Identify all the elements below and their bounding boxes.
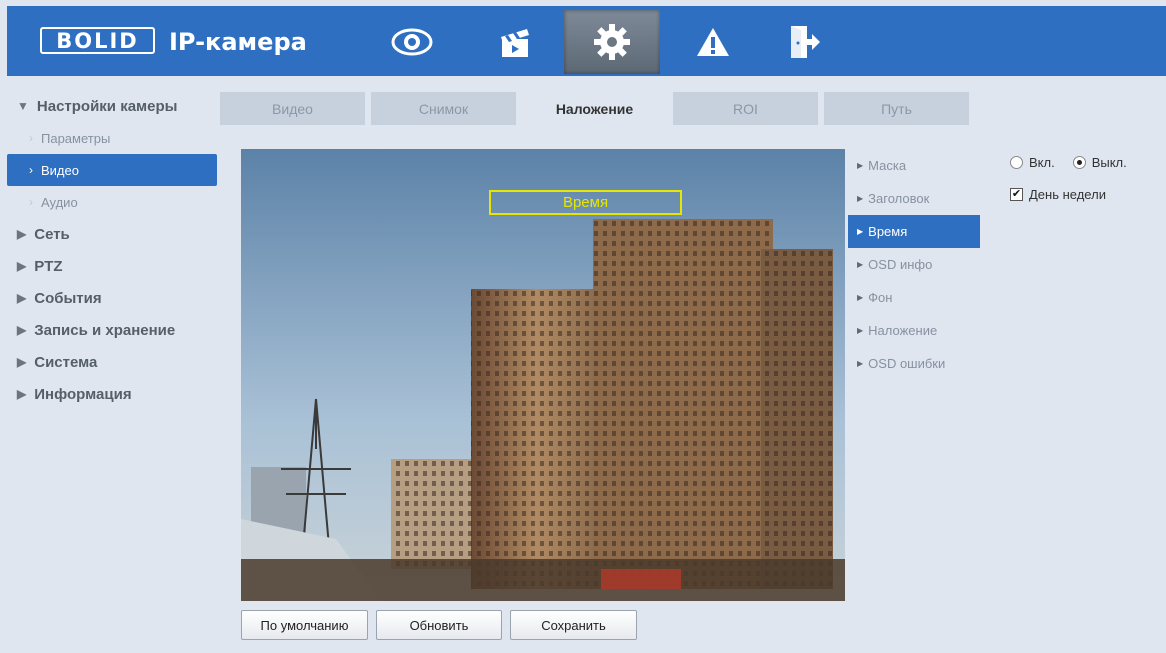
time-options: Вкл. Выкл. ✔ День недели xyxy=(1010,151,1127,205)
weekday-label: День недели xyxy=(1029,186,1106,202)
sidebar-item-label: Запись и хранение xyxy=(34,321,176,339)
sidebar-item-storage[interactable]: ▶ Запись и хранение xyxy=(7,314,217,346)
sidebar-item-label: Система xyxy=(34,353,98,371)
triangle-right-icon: ▶ xyxy=(17,387,27,401)
triangle-right-icon: ▶ xyxy=(857,227,864,236)
osd-menu-item-osd-info[interactable]: ▶ OSD инфо xyxy=(848,248,980,281)
refresh-button[interactable]: Обновить xyxy=(376,610,502,640)
off-radio[interactable]: Выкл. xyxy=(1072,154,1127,170)
save-button[interactable]: Сохранить xyxy=(510,610,637,640)
triangle-right-icon: ▶ xyxy=(17,291,27,305)
sidebar-item-label: Видео xyxy=(41,162,79,178)
triangle-right-icon: ▶ xyxy=(857,260,864,269)
on-label: Вкл. xyxy=(1029,154,1055,170)
app-title: IP-камера xyxy=(169,28,307,56)
chevron-right-icon: › xyxy=(29,195,33,209)
radio-button-selected[interactable] xyxy=(1072,155,1086,169)
logout-icon xyxy=(791,26,820,58)
checkbox-checked[interactable]: ✔ xyxy=(1010,187,1023,201)
tab-bar: Видео Снимок Наложение ROI Путь xyxy=(220,92,975,125)
sidebar-item-events[interactable]: ▶ События xyxy=(7,282,217,314)
osd-menu-item-time[interactable]: ▶ Время xyxy=(848,215,980,248)
triangle-right-icon: ▶ xyxy=(857,359,864,368)
on-radio[interactable]: Вкл. xyxy=(1010,155,1055,170)
clapperboard-icon xyxy=(501,29,529,57)
osd-menu-label: OSD инфо xyxy=(868,257,933,272)
weekday-checkbox-row[interactable]: ✔ День недели xyxy=(1010,183,1127,205)
overlay-panel: Время ▶ Маска ▶ Заголовок ▶ Время ▶ OSD инфо… xyxy=(220,125,1166,653)
tab-video[interactable]: Видео xyxy=(220,92,365,125)
camera-image xyxy=(241,149,845,601)
sidebar-item-camera-settings[interactable]: ▼ Настройки камеры xyxy=(7,90,217,122)
triangle-right-icon: ▶ xyxy=(857,326,864,335)
gear-icon xyxy=(594,24,630,60)
top-header: BOLID IP-камера xyxy=(7,6,1166,76)
sidebar-subitem-video[interactable]: › Видео xyxy=(7,154,217,186)
sidebar-item-system[interactable]: ▶ Система xyxy=(7,346,217,378)
osd-menu-item-osd-errors[interactable]: ▶ OSD ошибки xyxy=(848,347,980,380)
default-button[interactable]: По умолчанию xyxy=(241,610,368,640)
sidebar-item-label: Сеть xyxy=(34,225,70,243)
triangle-right-icon: ▶ xyxy=(857,161,864,170)
chevron-right-icon: › xyxy=(29,131,33,145)
triangle-right-icon: ▶ xyxy=(17,323,27,337)
osd-menu-label: Время xyxy=(868,224,908,239)
osd-menu-label: Фон xyxy=(868,290,893,305)
sidebar-item-label: Аудио xyxy=(41,194,78,210)
sidebar-item-ptz[interactable]: ▶ PTZ xyxy=(7,250,217,282)
brand-logo: BOLID xyxy=(40,27,155,54)
triangle-right-icon: ▶ xyxy=(857,194,864,203)
sidebar-subitem-audio[interactable]: › Аудио xyxy=(7,186,217,218)
sidebar-item-label: Параметры xyxy=(41,130,111,146)
sidebar-item-label: События xyxy=(34,289,102,307)
tab-overlay[interactable]: Наложение xyxy=(522,92,667,125)
triangle-right-icon: ▶ xyxy=(857,293,864,302)
osd-menu-label: OSD ошибки xyxy=(868,356,946,371)
osd-menu-label: Заголовок xyxy=(868,191,930,206)
eye-icon xyxy=(391,28,433,56)
sidebar-item-label: PTZ xyxy=(34,257,63,275)
radio-button[interactable] xyxy=(1010,155,1023,169)
tab-path[interactable]: Путь xyxy=(824,92,969,125)
sidebar-subitem-parameters[interactable]: › Параметры xyxy=(7,122,217,154)
tab-roi[interactable]: ROI xyxy=(673,92,818,125)
triangle-right-icon: ▶ xyxy=(17,355,27,369)
osd-menu-item-title[interactable]: ▶ Заголовок xyxy=(848,182,980,215)
tab-snapshot[interactable]: Снимок xyxy=(371,92,516,125)
osd-menu-item-mask[interactable]: ▶ Маска xyxy=(848,149,980,182)
warning-icon xyxy=(697,28,729,56)
osd-menu: ▶ Маска ▶ Заголовок ▶ Время ▶ OSD инфо ▶ Фон … xyxy=(848,149,980,380)
live-view-button[interactable] xyxy=(372,10,452,74)
sidebar: ▼ Настройки камеры › Параметры › Видео ›… xyxy=(7,90,217,410)
chevron-right-icon: › xyxy=(29,163,33,177)
triangle-right-icon: ▶ xyxy=(17,259,27,273)
setup-button[interactable] xyxy=(564,10,660,74)
sidebar-item-network[interactable]: ▶ Сеть xyxy=(7,218,217,250)
sidebar-item-label: Настройки камеры xyxy=(36,97,178,115)
sidebar-item-label: Информация xyxy=(34,385,132,403)
osd-menu-item-background[interactable]: ▶ Фон xyxy=(848,281,980,314)
main-content: Видео Снимок Наложение ROI Путь Время ▶ … xyxy=(220,92,1166,653)
off-label: Выкл. xyxy=(1091,154,1127,170)
alarm-button[interactable] xyxy=(673,10,753,74)
osd-menu-label: Наложение xyxy=(868,323,938,338)
video-preview[interactable]: Время xyxy=(241,149,845,601)
sidebar-item-information[interactable]: ▶ Информация xyxy=(7,378,217,410)
osd-time-overlay[interactable]: Время xyxy=(489,190,682,215)
triangle-right-icon: ▶ xyxy=(17,227,27,241)
osd-menu-item-overlay[interactable]: ▶ Наложение xyxy=(848,314,980,347)
triangle-down-icon: ▼ xyxy=(17,99,29,113)
playback-button[interactable] xyxy=(475,10,555,74)
osd-menu-label: Маска xyxy=(868,158,907,173)
logout-button[interactable] xyxy=(764,10,844,74)
